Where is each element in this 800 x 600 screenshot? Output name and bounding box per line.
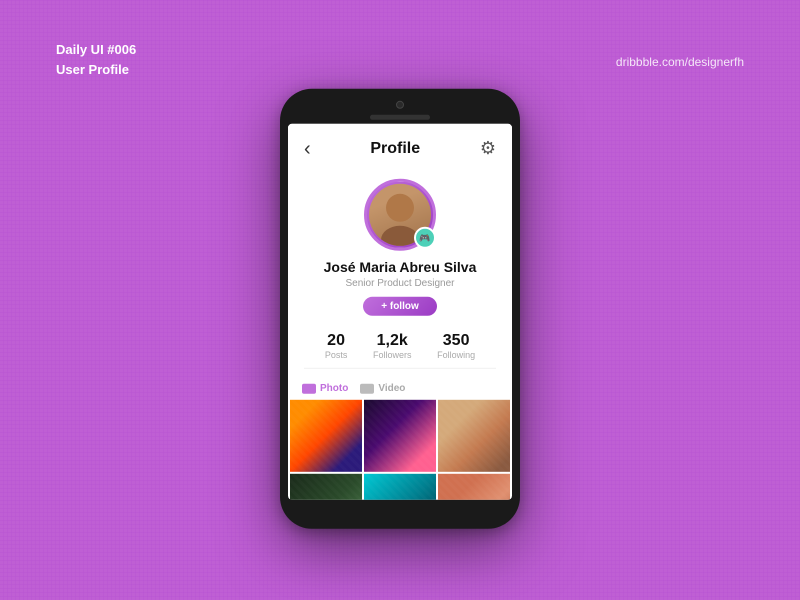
photo-item[interactable] <box>364 400 436 472</box>
followers-value: 1,2k <box>377 332 408 350</box>
photo-item[interactable] <box>290 474 362 500</box>
stat-posts: 20 Posts <box>325 332 348 360</box>
tab-video[interactable]: Video <box>360 383 405 394</box>
video-tab-label: Video <box>378 383 405 394</box>
profile-section: 🎮 José Maria Abreu Silva Senior Product … <box>288 169 512 377</box>
phone-outer: ‹ Profile ⚙ 🎮 José Maria Abreu Silva Sen… <box>280 89 520 529</box>
followers-label: Followers <box>373 350 412 360</box>
page-title: User Profile <box>56 60 136 80</box>
photo-tab-label: Photo <box>320 383 348 394</box>
daily-ui-label: Daily UI #006 <box>56 40 136 60</box>
posts-value: 20 <box>327 332 345 350</box>
stat-followers: 1,2k Followers <box>373 332 412 360</box>
posts-label: Posts <box>325 350 348 360</box>
game-icon: 🎮 <box>419 232 430 243</box>
watermark-top-left: Daily UI #006 User Profile <box>56 40 136 79</box>
phone-screen: ‹ Profile ⚙ 🎮 José Maria Abreu Silva Sen… <box>288 124 512 500</box>
phone-speaker <box>370 115 430 120</box>
following-label: Following <box>437 350 475 360</box>
user-name: José Maria Abreu Silva <box>324 259 477 275</box>
photo-item[interactable] <box>438 400 510 472</box>
photo-item[interactable] <box>290 400 362 472</box>
phone-mockup: ‹ Profile ⚙ 🎮 José Maria Abreu Silva Sen… <box>280 89 520 529</box>
photo-grid <box>288 400 512 500</box>
following-value: 350 <box>443 332 470 350</box>
back-button[interactable]: ‹ <box>304 138 311 158</box>
avatar-badge: 🎮 <box>414 227 436 249</box>
stat-following: 350 Following <box>437 332 475 360</box>
stats-row: 20 Posts 1,2k Followers 350 Following <box>304 326 496 369</box>
video-tab-icon <box>360 383 374 393</box>
dribbble-link: dribbble.com/designerfh <box>616 55 744 69</box>
photo-item[interactable] <box>438 474 510 500</box>
media-tabs: Photo Video <box>288 377 512 400</box>
settings-icon[interactable]: ⚙ <box>480 138 496 159</box>
phone-camera <box>396 101 404 109</box>
user-role: Senior Product Designer <box>346 278 455 289</box>
photo-tab-icon <box>302 383 316 393</box>
follow-button[interactable]: follow <box>363 297 437 316</box>
app-header: ‹ Profile ⚙ <box>288 124 512 169</box>
avatar-wrapper: 🎮 <box>364 179 436 251</box>
header-title: Profile <box>370 139 420 157</box>
tab-photo[interactable]: Photo <box>302 383 348 394</box>
photo-item[interactable] <box>364 474 436 500</box>
